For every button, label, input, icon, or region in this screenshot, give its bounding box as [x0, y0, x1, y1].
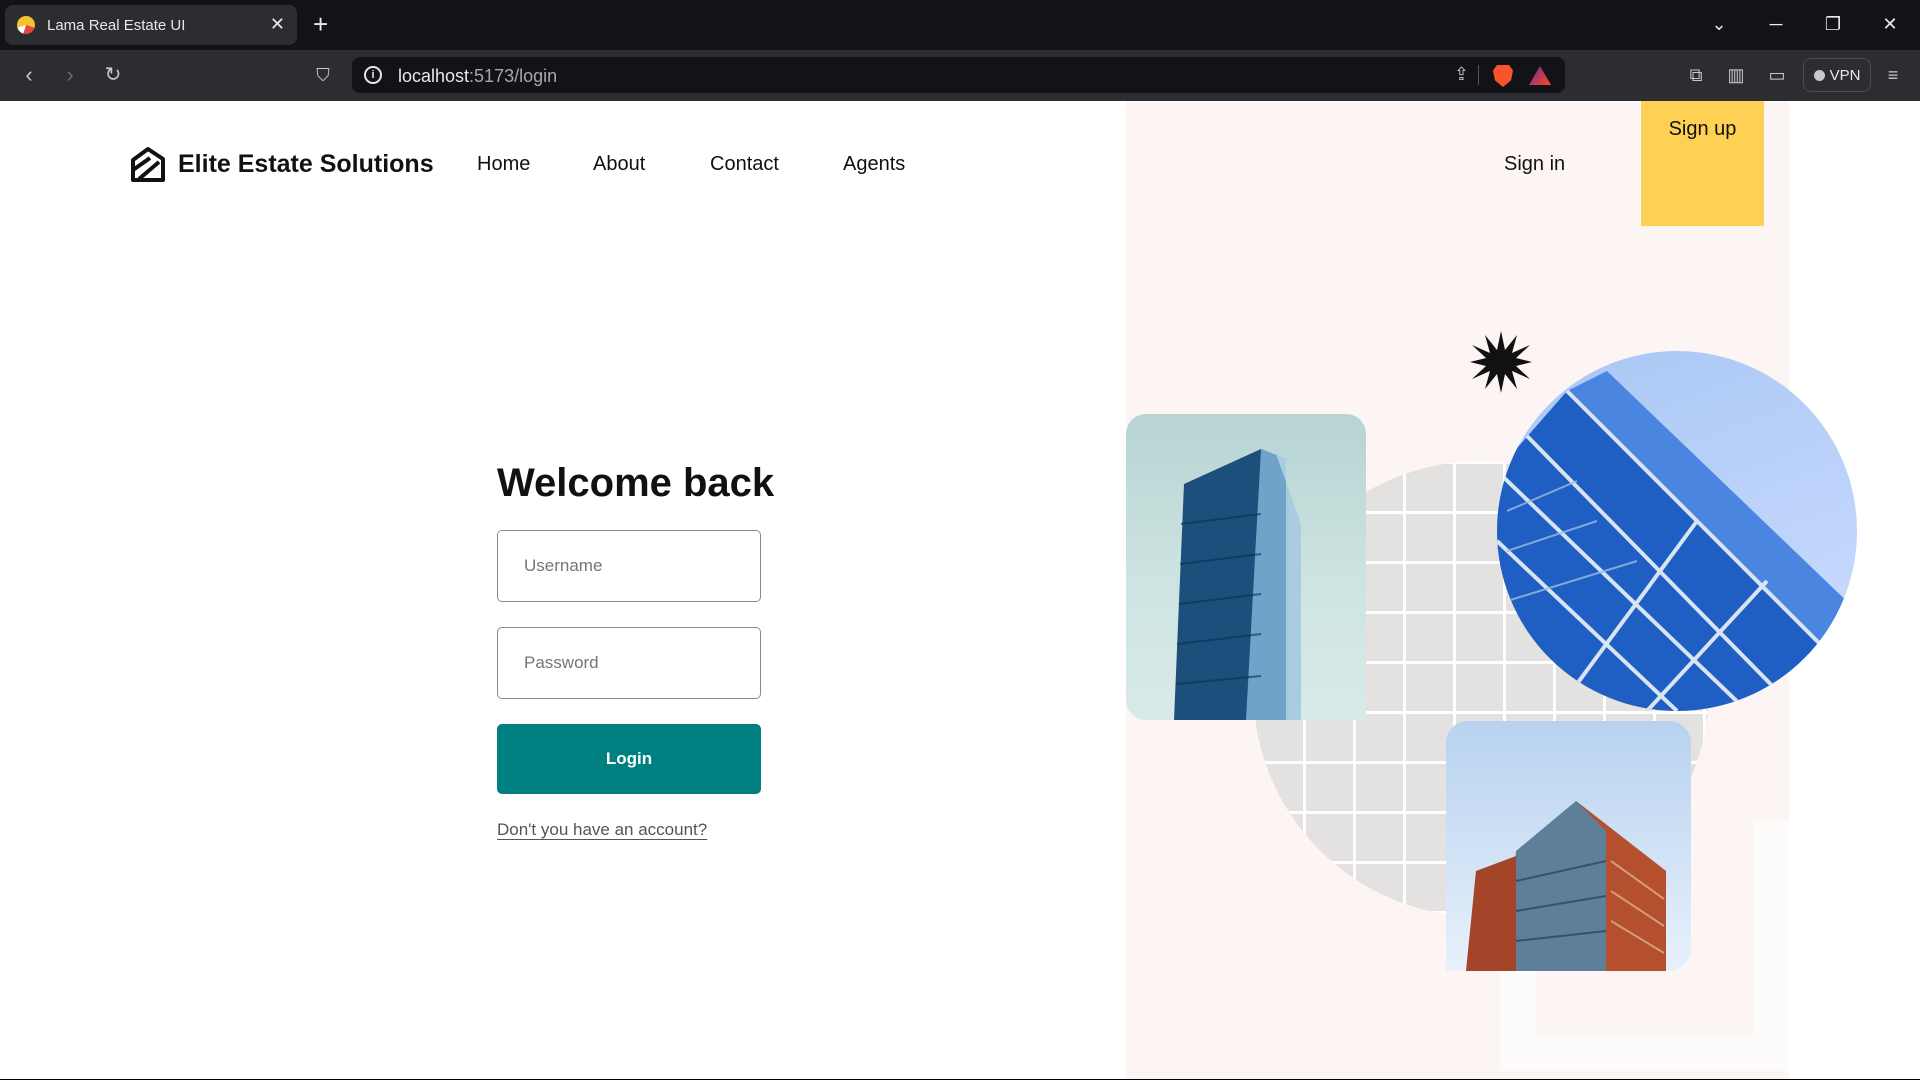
building-photo-glass-facade	[1497, 351, 1857, 711]
nav-link-about[interactable]: About	[593, 153, 645, 176]
brand-name: Elite Estate Solutions	[178, 149, 434, 178]
wallet-icon[interactable]: ▭	[1765, 63, 1789, 87]
close-tab-icon[interactable]: ✕	[270, 14, 285, 34]
sign-in-link[interactable]: Sign in	[1504, 153, 1565, 176]
page-title: Welcome back	[497, 461, 775, 505]
url-path: :5173/login	[469, 66, 558, 86]
url-text[interactable]: localhost:5173/login	[398, 66, 557, 87]
building-photo-tall-tower	[1126, 414, 1366, 720]
bookmark-icon[interactable]: ⛉	[310, 62, 336, 88]
login-form: Welcome back Username Password Login Don…	[497, 461, 775, 840]
brave-rewards-icon[interactable]	[1529, 66, 1551, 85]
tab-search-chevron-icon[interactable]: ⌄	[1707, 12, 1731, 36]
building-photo-brick-office	[1446, 721, 1691, 971]
address-toolbar: ‹ › ↻ ⛉ i localhost:5173/login ⇪ ⧉ ▥ ▭ V…	[0, 50, 1920, 101]
sign-up-button[interactable]: Sign up	[1641, 101, 1764, 226]
new-tab-button[interactable]: +	[313, 10, 328, 38]
favicon-icon	[17, 16, 35, 34]
browser-tab[interactable]: Lama Real Estate UI ✕	[5, 5, 297, 45]
browser-tab-strip: Lama Real Estate UI ✕ + ⌄ ─ ❐ ✕	[0, 0, 1920, 50]
extensions-icon[interactable]: ⧉	[1684, 63, 1708, 87]
url-divider	[1478, 65, 1479, 85]
username-input[interactable]: Username	[497, 530, 761, 602]
close-window-button[interactable]: ✕	[1878, 12, 1902, 36]
login-button[interactable]: Login	[497, 724, 761, 794]
url-bar[interactable]: i localhost:5173/login ⇪	[352, 57, 1565, 93]
restore-button[interactable]: ❐	[1821, 12, 1845, 36]
vpn-button[interactable]: VPN	[1803, 58, 1871, 92]
share-icon[interactable]: ⇪	[1454, 64, 1469, 85]
sidebar-icon[interactable]: ▥	[1724, 63, 1748, 87]
register-link[interactable]: Don't you have an account?	[497, 820, 707, 839]
password-input[interactable]: Password	[497, 627, 761, 699]
back-button[interactable]: ‹	[16, 62, 42, 88]
brave-shields-icon[interactable]	[1493, 65, 1513, 87]
site-info-icon[interactable]: i	[364, 66, 382, 84]
brand-logo[interactable]: Elite Estate Solutions	[130, 146, 434, 182]
url-host: localhost	[398, 66, 470, 86]
menu-icon[interactable]: ≡	[1881, 63, 1905, 87]
nav-link-home[interactable]: Home	[477, 153, 530, 176]
minimize-button[interactable]: ─	[1764, 12, 1788, 36]
forward-button[interactable]: ›	[57, 62, 83, 88]
nav-link-agents[interactable]: Agents	[843, 153, 905, 176]
web-page: Elite Estate Solutions Home About Contac…	[0, 101, 1920, 1079]
nav-link-contact[interactable]: Contact	[710, 153, 779, 176]
vpn-status-icon	[1813, 69, 1825, 81]
starburst-icon	[1470, 331, 1532, 393]
tab-title: Lama Real Estate UI	[47, 16, 186, 34]
vpn-label: VPN	[1829, 66, 1861, 84]
reload-button[interactable]: ↻	[100, 62, 126, 88]
house-logo-icon	[131, 147, 165, 182]
